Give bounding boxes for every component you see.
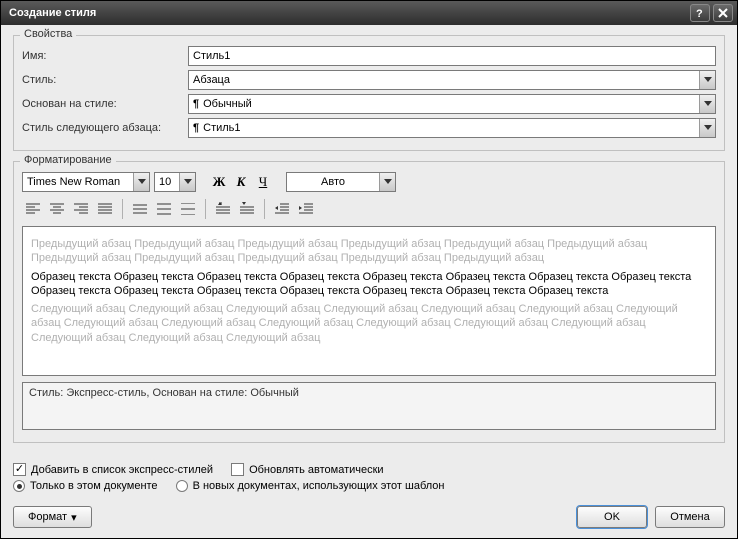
underline-button[interactable]: Ч (254, 173, 272, 191)
pilcrow-icon: ¶ (193, 98, 199, 110)
properties-legend: Свойства (20, 28, 76, 40)
next-style-label: Стиль следующего абзаца: (22, 122, 188, 134)
line-spacing-1.5-button[interactable] (153, 198, 175, 220)
formatting-legend: Форматирование (20, 154, 116, 166)
chevron-down-icon (179, 173, 195, 191)
align-right-button[interactable] (70, 198, 92, 220)
italic-button[interactable]: К (232, 173, 250, 191)
chevron-down-icon (699, 71, 715, 89)
font-color-select[interactable]: Авто (286, 172, 396, 192)
create-style-dialog: Создание стиля ? Свойства Имя: Стиль: Аб… (0, 0, 738, 539)
chevron-down-icon (699, 119, 715, 137)
indent-increase-button[interactable] (295, 198, 317, 220)
only-this-document-radio[interactable]: Только в этом документе (13, 480, 158, 492)
align-justify-button[interactable] (94, 198, 116, 220)
radio-icon (13, 480, 25, 492)
checkbox-icon (231, 463, 244, 476)
cancel-button[interactable]: Отмена (655, 506, 725, 528)
ok-button[interactable]: OK (577, 506, 647, 528)
bold-button[interactable]: Ж (210, 173, 228, 191)
close-button[interactable] (713, 4, 733, 22)
style-type-select[interactable]: Абзаца (188, 70, 716, 90)
properties-group: Свойства Имя: Стиль: Абзаца Основан на с… (13, 35, 725, 151)
space-before-increase-button[interactable] (212, 198, 234, 220)
svg-text:?: ? (696, 8, 703, 19)
new-documents-radio[interactable]: В новых документах, использующих этот ша… (176, 480, 445, 492)
based-on-label: Основан на стиле: (22, 98, 188, 110)
window-title: Создание стиля (5, 7, 690, 19)
add-to-express-checkbox[interactable]: Добавить в список экспресс-стилей (13, 463, 213, 476)
line-spacing-2-button[interactable] (177, 198, 199, 220)
indent-decrease-button[interactable] (271, 198, 293, 220)
chevron-down-icon (699, 95, 715, 113)
checkbox-icon (13, 463, 26, 476)
align-center-button[interactable] (46, 198, 68, 220)
style-preview: Предыдущий абзац Предыдущий абзац Предыд… (22, 226, 716, 376)
line-spacing-1-button[interactable] (129, 198, 151, 220)
next-style-select[interactable]: ¶Стиль1 (188, 118, 716, 138)
font-size-select[interactable]: 10 (154, 172, 196, 192)
based-on-select[interactable]: ¶Обычный (188, 94, 716, 114)
name-input[interactable] (188, 46, 716, 66)
style-description: Стиль: Экспресс-стиль, Основан на стиле:… (22, 382, 716, 430)
space-before-decrease-button[interactable] (236, 198, 258, 220)
name-label: Имя: (22, 50, 188, 62)
preview-next-paragraph: Следующий абзац Следующий абзац Следующи… (31, 302, 707, 345)
align-left-button[interactable] (22, 198, 44, 220)
preview-sample-text: Образец текста Образец текста Образец те… (31, 270, 707, 299)
title-bar: Создание стиля ? (1, 1, 737, 25)
auto-update-checkbox[interactable]: Обновлять автоматически (231, 463, 384, 476)
pilcrow-icon: ¶ (193, 122, 199, 134)
chevron-down-icon (379, 173, 395, 191)
font-select[interactable]: Times New Roman (22, 172, 150, 192)
help-button[interactable]: ? (690, 4, 710, 22)
style-type-label: Стиль: (22, 74, 188, 86)
chevron-down-icon: ▾ (71, 511, 77, 524)
radio-icon (176, 480, 188, 492)
chevron-down-icon (133, 173, 149, 191)
format-menu-button[interactable]: Формат ▾ (13, 506, 92, 528)
formatting-group: Форматирование Times New Roman 10 Ж К Ч … (13, 161, 725, 443)
preview-previous-paragraph: Предыдущий абзац Предыдущий абзац Предыд… (31, 237, 707, 266)
